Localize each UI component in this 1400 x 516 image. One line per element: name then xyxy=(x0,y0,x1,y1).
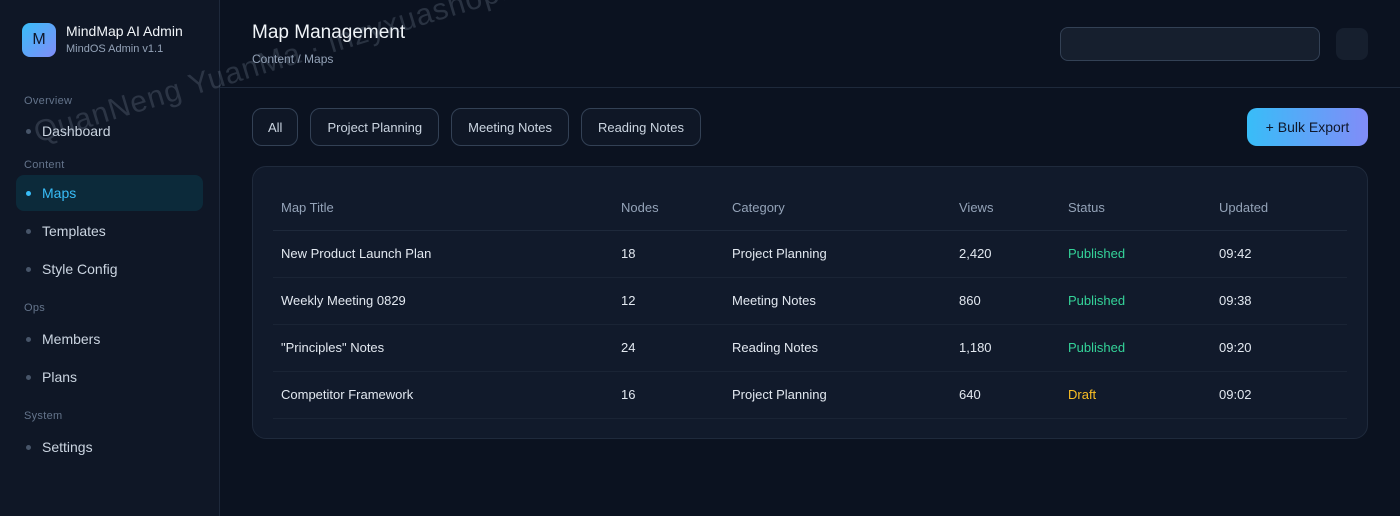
page-title: Map Management xyxy=(252,22,406,43)
sidebar-item-label: Templates xyxy=(42,223,106,239)
cell-category: Project Planning xyxy=(724,371,951,419)
sidebar-item-label: Members xyxy=(42,331,101,347)
filter-all[interactable]: All xyxy=(252,108,299,146)
sidebar: M MindMap AI Admin MindOS Admin v1.1 Ove… xyxy=(0,0,220,516)
cell-category: Reading Notes xyxy=(724,324,951,372)
bullet-icon xyxy=(26,128,31,134)
search-input[interactable] xyxy=(1060,27,1320,61)
bullet-icon xyxy=(26,228,31,234)
section-label-ops: Ops xyxy=(24,302,46,314)
maps-table: Map Title Nodes Category Views Status Up… xyxy=(273,185,1347,419)
topbar: Map Management Content / Maps xyxy=(220,0,1400,88)
main-content: Map Management Content / Maps All Projec… xyxy=(220,0,1400,516)
column-header-nodes[interactable]: Nodes xyxy=(613,185,724,231)
bullet-icon xyxy=(26,336,31,342)
sidebar-item-label: Maps xyxy=(42,185,77,201)
status-badge: Draft xyxy=(1060,371,1211,419)
sidebar-item-label: Style Config xyxy=(42,261,118,277)
cell-updated: 09:42 xyxy=(1211,230,1347,278)
sidebar-item-label: Dashboard xyxy=(42,123,111,139)
cell-nodes: 18 xyxy=(613,230,724,278)
cell-map-title[interactable]: New Product Launch Plan xyxy=(273,230,613,278)
brand: M MindMap AI Admin MindOS Admin v1.1 xyxy=(22,22,203,57)
cell-nodes: 24 xyxy=(613,324,724,372)
cell-views: 860 xyxy=(951,277,1060,325)
cell-views: 1,180 xyxy=(951,324,1060,372)
column-header-views[interactable]: Views xyxy=(951,185,1060,231)
section-label-content: Content xyxy=(24,159,65,171)
bullet-icon xyxy=(26,190,31,196)
sidebar-item-label: Plans xyxy=(42,369,78,385)
sidebar-item-maps[interactable]: Maps xyxy=(16,175,203,211)
cell-category: Project Planning xyxy=(724,230,951,278)
bullet-icon xyxy=(26,444,31,450)
maps-table-card: Map Title Nodes Category Views Status Up… xyxy=(252,166,1368,439)
cell-nodes: 16 xyxy=(613,371,724,419)
status-badge: Published xyxy=(1060,277,1211,325)
cell-updated: 09:38 xyxy=(1211,277,1347,325)
sidebar-item-dashboard[interactable]: Dashboard xyxy=(16,113,203,149)
table-row[interactable]: Weekly Meeting 0829 12 Meeting Notes 860… xyxy=(273,277,1347,325)
sidebar-item-plans[interactable]: Plans xyxy=(16,359,203,395)
cell-map-title[interactable]: "Principles" Notes xyxy=(273,324,613,372)
table-row[interactable]: "Principles" Notes 24 Reading Notes 1,18… xyxy=(273,324,1347,372)
brand-name: MindMap AI Admin xyxy=(66,23,183,39)
brand-logo: M xyxy=(22,22,56,57)
cell-views: 2,420 xyxy=(951,230,1060,278)
cell-views: 640 xyxy=(951,371,1060,419)
status-badge: Published xyxy=(1060,230,1211,278)
column-header-status[interactable]: Status xyxy=(1060,185,1211,231)
breadcrumb: Content / Maps xyxy=(252,52,334,66)
sidebar-item-templates[interactable]: Templates xyxy=(16,213,203,249)
column-header-updated[interactable]: Updated xyxy=(1211,185,1347,231)
category-filters: All Project Planning Meeting Notes Readi… xyxy=(252,108,701,146)
section-label-overview: Overview xyxy=(24,95,73,107)
sidebar-item-members[interactable]: Members xyxy=(16,321,203,357)
cell-updated: 09:20 xyxy=(1211,324,1347,372)
user-menu-button[interactable] xyxy=(1336,28,1368,60)
bullet-icon xyxy=(26,266,31,272)
cell-category: Meeting Notes xyxy=(724,277,951,325)
cell-map-title[interactable]: Weekly Meeting 0829 xyxy=(273,277,613,325)
cell-map-title[interactable]: Competitor Framework xyxy=(273,371,613,419)
cell-updated: 09:02 xyxy=(1211,371,1347,419)
brand-subtitle: MindOS Admin v1.1 xyxy=(66,43,164,55)
filter-meeting-notes[interactable]: Meeting Notes xyxy=(451,108,569,146)
status-badge: Published xyxy=(1060,324,1211,372)
sidebar-item-style-config[interactable]: Style Config xyxy=(16,251,203,287)
table-row[interactable]: New Product Launch Plan 18 Project Plann… xyxy=(273,230,1347,278)
table-row[interactable]: Competitor Framework 16 Project Planning… xyxy=(273,371,1347,419)
column-header-category[interactable]: Category xyxy=(724,185,951,231)
filter-reading-notes[interactable]: Reading Notes xyxy=(580,108,701,146)
app-window: M MindMap AI Admin MindOS Admin v1.1 Ove… xyxy=(0,0,1400,516)
column-header-map-title[interactable]: Map Title xyxy=(273,185,613,231)
sidebar-item-settings[interactable]: Settings xyxy=(16,429,203,465)
filter-project-planning[interactable]: Project Planning xyxy=(310,108,440,146)
bulk-export-button[interactable]: + Bulk Export xyxy=(1247,108,1368,146)
table-header-row: Map Title Nodes Category Views Status Up… xyxy=(273,185,1347,231)
cell-nodes: 12 xyxy=(613,277,724,325)
sidebar-item-label: Settings xyxy=(42,439,93,455)
section-label-system: System xyxy=(24,410,63,422)
bullet-icon xyxy=(26,374,31,380)
